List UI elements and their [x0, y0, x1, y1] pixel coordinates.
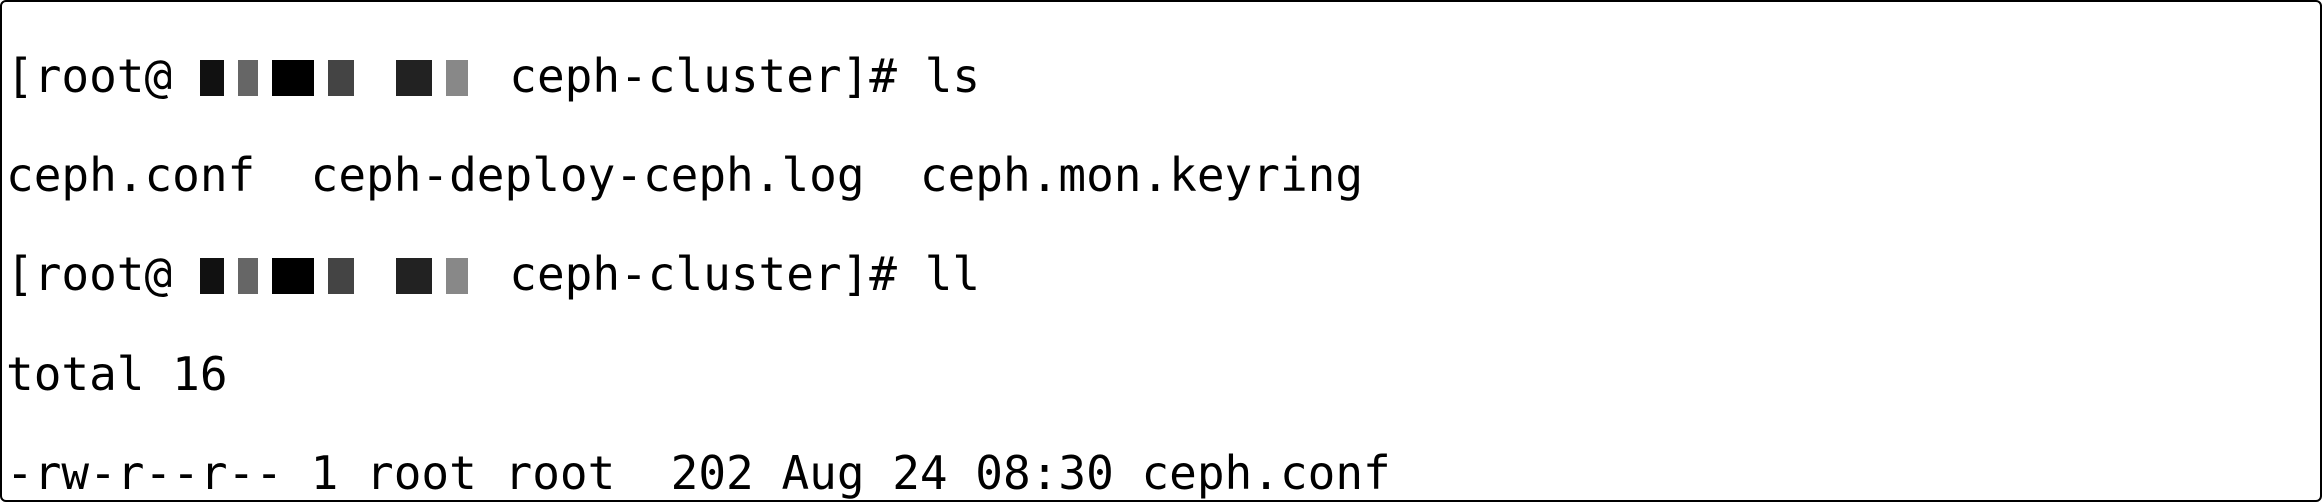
prompt-prefix: [root@ — [6, 247, 200, 301]
prompt-suffix: ceph-cluster]# — [482, 247, 925, 301]
command-ls: ls — [925, 49, 980, 103]
prompt-prefix: [root@ — [6, 49, 200, 103]
prompt-line-2: [root@ ceph-cluster]# ll — [6, 250, 2314, 300]
terminal-window[interactable]: [root@ ceph-cluster]# ls ceph.conf ceph-… — [0, 0, 2322, 502]
hostname-censored-icon — [200, 56, 482, 92]
prompt-line-1: [root@ ceph-cluster]# ls — [6, 52, 2314, 102]
command-ll: ll — [925, 247, 980, 301]
hostname-censored-icon — [200, 254, 482, 290]
ll-total-line: total 16 — [6, 350, 2314, 400]
prompt-suffix: ceph-cluster]# — [482, 49, 925, 103]
ls-output-line: ceph.conf ceph-deploy-ceph.log ceph.mon.… — [6, 151, 2314, 201]
ll-row-0: -rw-r--r-- 1 root root 202 Aug 24 08:30 … — [6, 449, 2314, 499]
